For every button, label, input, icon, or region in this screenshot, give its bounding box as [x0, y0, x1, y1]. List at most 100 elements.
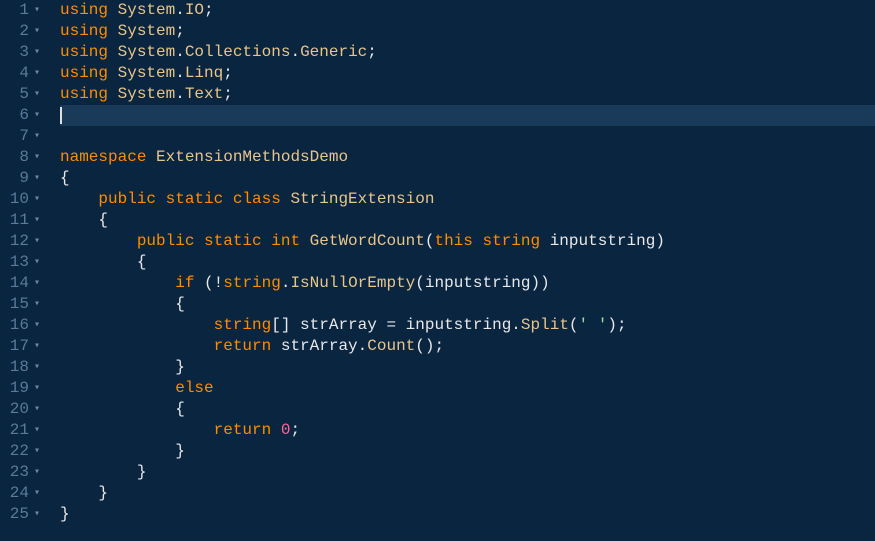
code-token: . — [175, 85, 185, 103]
code-token: using — [60, 1, 118, 19]
code-line[interactable]: using System; — [60, 21, 875, 42]
fold-icon[interactable]: ▾ — [31, 210, 40, 231]
code-token: strArray — [300, 316, 377, 334]
code-token: ; — [175, 22, 185, 40]
code-line[interactable]: using System.Linq; — [60, 63, 875, 84]
gutter-line: 22▾ — [0, 441, 40, 462]
code-token: namespace — [60, 148, 156, 166]
code-area[interactable]: using System.IO;using System;using Syste… — [48, 0, 875, 541]
code-token — [60, 463, 137, 481]
gutter-line: 2▾ — [0, 21, 40, 42]
gutter-line: 7▾ — [0, 126, 40, 147]
fold-icon: ▾ — [31, 420, 40, 441]
code-line[interactable]: } — [60, 504, 875, 525]
code-token — [60, 400, 175, 418]
fold-icon[interactable]: ▾ — [31, 399, 40, 420]
line-number: 5 — [19, 84, 29, 105]
fold-icon: ▾ — [31, 63, 40, 84]
fold-icon: ▾ — [31, 273, 40, 294]
gutter-line: 6▾ — [0, 105, 40, 126]
line-number: 22 — [10, 441, 29, 462]
code-line[interactable]: { — [60, 294, 875, 315]
code-line[interactable]: else — [60, 378, 875, 399]
code-line[interactable]: } — [60, 441, 875, 462]
gutter-line: 25▾ — [0, 504, 40, 525]
code-token: ) — [655, 232, 665, 250]
fold-icon: ▾ — [31, 378, 40, 399]
line-number: 14 — [10, 273, 29, 294]
code-line[interactable]: { — [60, 210, 875, 231]
code-token: System — [118, 43, 176, 61]
line-number: 23 — [10, 462, 29, 483]
fold-icon[interactable]: ▾ — [31, 0, 40, 21]
code-line[interactable]: } — [60, 483, 875, 504]
gutter-line: 14▾ — [0, 273, 40, 294]
gutter-line: 24▾ — [0, 483, 40, 504]
fold-icon: ▾ — [31, 462, 40, 483]
line-number: 19 — [10, 378, 29, 399]
line-number: 8 — [19, 147, 29, 168]
fold-icon: ▾ — [31, 42, 40, 63]
code-line[interactable]: { — [60, 399, 875, 420]
code-editor[interactable]: 1▾2▾3▾4▾5▾6▾7▾8▾9▾10▾11▾12▾13▾14▾15▾16▾1… — [0, 0, 875, 541]
code-line[interactable]: } — [60, 462, 875, 483]
line-number: 25 — [10, 504, 29, 525]
code-token: Generic — [300, 43, 367, 61]
line-number: 10 — [10, 189, 29, 210]
gutter-line: 19▾ — [0, 378, 40, 399]
code-token: IO — [185, 1, 204, 19]
fold-icon: ▾ — [31, 315, 40, 336]
code-token — [60, 190, 98, 208]
code-line[interactable]: namespace ExtensionMethodsDemo — [60, 147, 875, 168]
code-line[interactable]: public static int GetWordCount(this stri… — [60, 231, 875, 252]
code-token: (); — [415, 337, 444, 355]
code-token: StringExtension — [290, 190, 434, 208]
fold-icon[interactable]: ▾ — [31, 294, 40, 315]
gutter-line: 4▾ — [0, 63, 40, 84]
code-token — [60, 316, 214, 334]
code-line[interactable]: string[] strArray = inputstring.Split(' … — [60, 315, 875, 336]
fold-icon: ▾ — [31, 504, 40, 525]
code-token: ( — [415, 274, 425, 292]
gutter-line: 11▾ — [0, 210, 40, 231]
code-token: string — [223, 274, 281, 292]
code-line[interactable]: return 0; — [60, 420, 875, 441]
code-token: strArray — [281, 337, 358, 355]
code-line[interactable]: return strArray.Count(); — [60, 336, 875, 357]
code-token: ; — [223, 64, 233, 82]
code-token: { — [137, 253, 147, 271]
code-line[interactable]: if (!string.IsNullOrEmpty(inputstring)) — [60, 273, 875, 294]
code-token: Text — [185, 85, 223, 103]
code-line[interactable]: using System.IO; — [60, 0, 875, 21]
fold-icon[interactable]: ▾ — [31, 252, 40, 273]
code-line[interactable]: using System.Text; — [60, 84, 875, 105]
line-number: 16 — [10, 315, 29, 336]
code-token: { — [98, 211, 108, 229]
code-token: } — [175, 358, 185, 376]
fold-icon[interactable]: ▾ — [31, 168, 40, 189]
code-line[interactable]: public static class StringExtension — [60, 189, 875, 210]
code-token: . — [175, 64, 185, 82]
code-token: if — [175, 274, 204, 292]
code-token: return — [214, 337, 281, 355]
code-line[interactable]: using System.Collections.Generic; — [60, 42, 875, 63]
code-token: inputstring — [550, 232, 656, 250]
code-line[interactable] — [60, 126, 875, 147]
line-number-gutter: 1▾2▾3▾4▾5▾6▾7▾8▾9▾10▾11▾12▾13▾14▾15▾16▾1… — [0, 0, 48, 541]
line-number: 7 — [19, 126, 29, 147]
fold-icon: ▾ — [31, 21, 40, 42]
code-line[interactable]: { — [60, 168, 875, 189]
line-number: 17 — [10, 336, 29, 357]
code-line[interactable]: } — [60, 357, 875, 378]
gutter-line: 23▾ — [0, 462, 40, 483]
code-token: Count — [367, 337, 415, 355]
code-token: using — [60, 43, 118, 61]
code-token: } — [60, 505, 70, 523]
code-line[interactable]: { — [60, 252, 875, 273]
code-line[interactable] — [60, 105, 875, 126]
gutter-line: 10▾ — [0, 189, 40, 210]
code-token — [60, 337, 214, 355]
fold-icon: ▾ — [31, 357, 40, 378]
gutter-line: 12▾ — [0, 231, 40, 252]
code-token: using — [60, 22, 118, 40]
